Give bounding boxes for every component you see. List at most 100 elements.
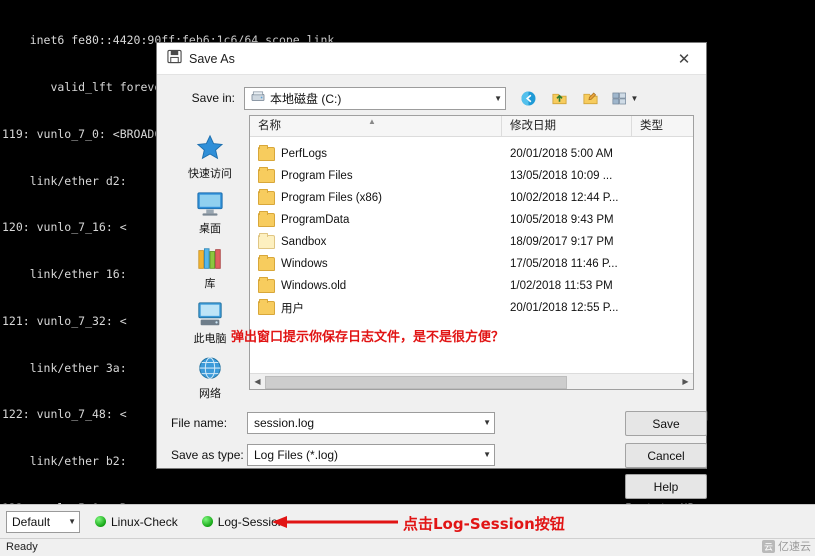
save-as-type-value: Log Files (*.log) [254,447,339,462]
place-label: 此电脑 [193,333,227,345]
chevron-down-icon: ▼ [494,93,502,103]
file-name: Program Files [281,170,353,182]
place-label: 快速访问 [188,168,232,180]
save-icon [167,49,182,69]
save-in-value: 本地磁盘 (C:) [270,91,342,106]
table-row[interactable]: Windows 17/05/2018 11:46 P... [250,253,693,275]
folder-icon [258,255,275,271]
file-name: Windows.old [281,280,347,292]
watermark: 云 亿速云 [762,538,811,554]
file-name: ProgramData [281,214,350,226]
place-library[interactable]: 库 [173,243,247,291]
table-row[interactable]: PerfLogs 20/01/2018 5:00 AM [250,143,693,165]
green-dot-icon [95,516,106,527]
watermark-text: 亿速云 [778,541,811,553]
file-date: 18/09/2017 9:17 PM [510,236,614,248]
place-label: 库 [204,278,216,290]
file-list[interactable]: 名称 修改日期 类型 ▲ PerfLogs 20/01/2018 5:00 AM… [249,115,694,390]
table-row[interactable]: ProgramData 10/05/2018 9:43 PM [250,209,693,231]
place-network[interactable]: 网络 [173,353,247,401]
save-in-select[interactable]: 本地磁盘 (C:) ▼ [244,86,506,110]
profile-select[interactable]: Default ▼ [6,510,80,533]
place-quick-access[interactable]: 快速访问 [173,133,247,181]
save-as-type-label: Save as type: [171,447,244,462]
pointer-arrow-icon [272,516,398,528]
scroll-track[interactable] [265,375,678,389]
scroll-thumb[interactable] [265,376,567,389]
file-list-header: 名称 修改日期 类型 [250,116,693,137]
status-bar: Ready 云 亿速云 [0,538,815,556]
sort-caret-icon: ▲ [368,117,376,126]
star-icon [195,133,225,163]
column-header-type[interactable]: 类型 [632,116,693,136]
file-name: Windows [281,258,328,270]
dialog-body: 快速访问 桌面 库 此电脑 网络 名称 修改日期 类型 ▲ PerfLogs 2… [171,115,694,400]
file-name-row: File name: session.log ▼ [171,411,694,434]
cancel-button[interactable]: Cancel [625,443,707,468]
close-icon[interactable]: ✕ [662,43,706,74]
back-globe-icon[interactable] [516,87,540,110]
file-date: 20/01/2018 5:00 AM [510,148,613,160]
chevron-down-icon: ▼ [483,418,491,427]
scroll-right-icon[interactable]: ▶ [678,377,693,386]
table-row[interactable]: 用户 20/01/2018 12:55 P... [250,297,693,319]
places-bar: 快速访问 桌面 库 此电脑 网络 [171,115,249,400]
linux-check-button[interactable]: Linux-Check [86,509,187,534]
file-name: Program Files (x86) [281,192,382,204]
file-date: 17/05/2018 11:46 P... [510,258,618,270]
scroll-left-icon[interactable]: ◀ [250,377,265,386]
library-icon [195,243,225,273]
network-icon [195,353,225,383]
chevron-down-icon: ▼ [483,450,491,459]
table-row[interactable]: Program Files 13/05/2018 10:09 ... [250,165,693,187]
dialog-annotation: 弹出窗口提示你保存日志文件，是不是很方便？ [231,330,505,345]
save-as-type-row: Save as type: Log Files (*.log) ▼ [171,443,694,466]
place-label: 桌面 [199,223,221,235]
wm-icon: 云 [762,539,775,553]
save-as-type-select[interactable]: Log Files (*.log) ▼ [247,443,495,466]
folder-icon [258,233,275,249]
bottom-annotation: 点击Log-Session按钮 [403,515,565,533]
folder-icon [258,277,275,293]
folder-icon [258,145,275,161]
file-name-input[interactable]: session.log ▼ [247,411,495,434]
chevron-down-icon: ▼ [68,517,76,526]
column-header-date[interactable]: 修改日期 [502,116,632,136]
folder-icon [258,189,275,205]
table-row[interactable]: Windows.old 1/02/2018 11:53 PM [250,275,693,297]
new-folder-icon[interactable] [578,87,602,110]
profile-value: Default [12,514,51,529]
up-folder-icon[interactable] [547,87,571,110]
file-name-label: File name: [171,415,228,430]
dialog-titlebar: Save As ✕ [157,43,706,75]
dialog-footer: File name: session.log ▼ Save as type: L… [171,411,694,466]
folder-icon [258,167,275,183]
file-date: 13/05/2018 10:09 ... [510,170,613,182]
drive-icon [251,91,265,106]
help-button[interactable]: Help [625,474,707,499]
dialog-title: Save As [189,51,235,66]
file-name: 用户 [281,303,304,315]
save-button[interactable]: Save [625,411,707,436]
table-row[interactable]: Sandbox 18/09/2017 9:17 PM [250,231,693,253]
dialog-toolbar: ▼ [516,87,641,110]
file-name: PerfLogs [281,148,328,160]
status-text: Ready [6,541,38,553]
folder-icon [258,211,275,227]
file-name-value: session.log [254,415,315,430]
file-date: 10/02/2018 12:44 P... [510,192,619,204]
table-row[interactable]: Program Files (x86) 10/02/2018 12:44 P..… [250,187,693,209]
views-icon[interactable]: ▼ [609,87,641,110]
save-in-label: Save in: [191,91,235,105]
file-date: 1/02/2018 11:53 PM [510,280,613,292]
file-name: Sandbox [281,236,327,248]
column-header-name[interactable]: 名称 [250,116,502,136]
file-date: 10/05/2018 9:43 PM [510,214,614,226]
save-as-dialog: Save As ✕ Save in: 本地磁盘 (C:) ▼ ▼ 快速访问 桌面… [156,42,707,499]
place-desktop[interactable]: 桌面 [173,188,247,236]
horizontal-scrollbar[interactable]: ◀ ▶ [250,373,693,389]
save-in-row: Save in: 本地磁盘 (C:) ▼ ▼ [157,75,706,115]
this-pc-icon [195,298,225,328]
desktop-icon [195,188,225,218]
green-dot-icon [201,516,213,527]
